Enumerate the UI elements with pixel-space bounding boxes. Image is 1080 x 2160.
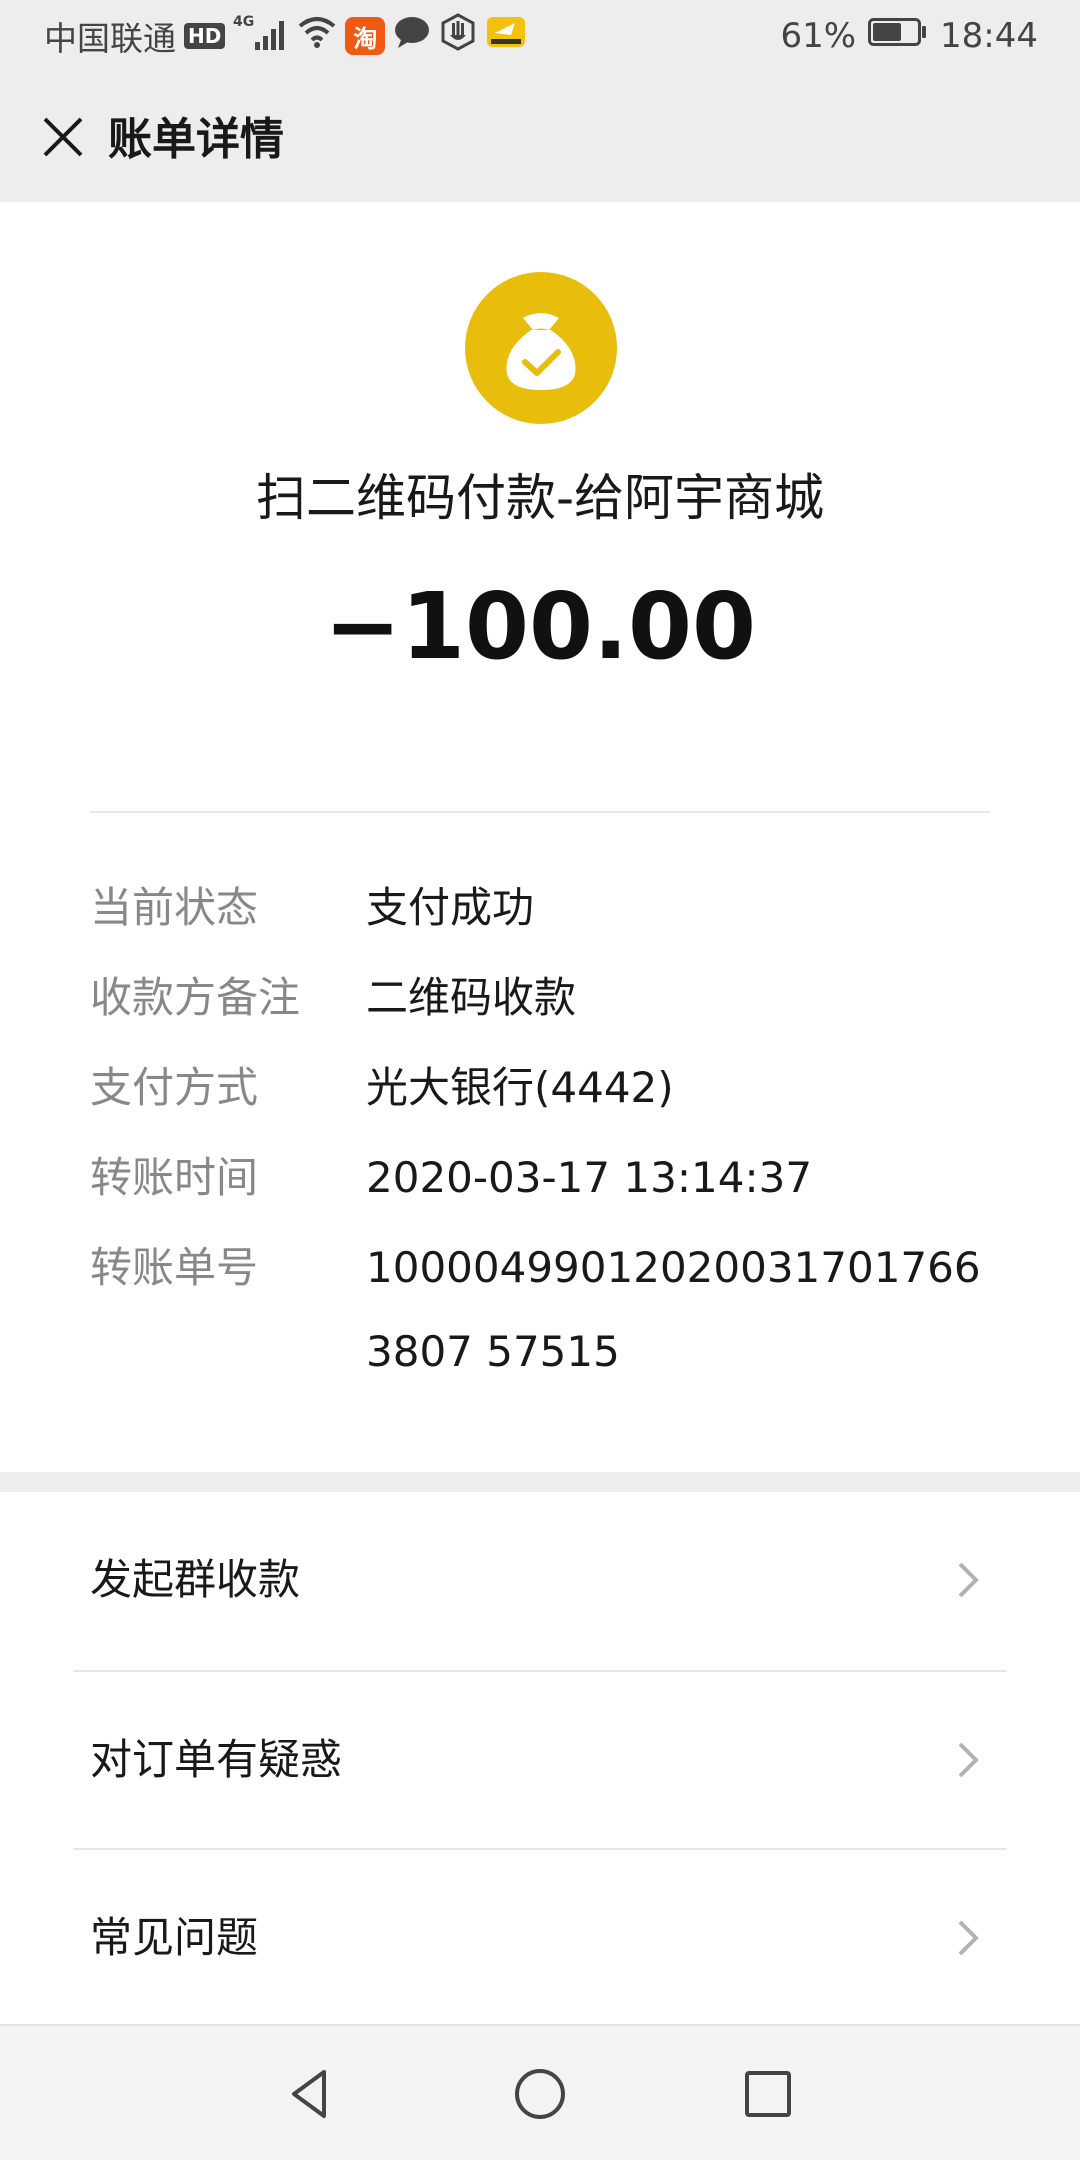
hand-stop-icon — [439, 13, 477, 59]
home-button[interactable] — [500, 2054, 580, 2134]
payee-note-label: 收款方备注 — [90, 973, 301, 1022]
list-item-group-collect[interactable]: 发起群收款 — [0, 1492, 1080, 1668]
transfer-number-value: 100004990120200317017663807 57515 — [366, 1243, 981, 1376]
list-item-label: 常见问题 — [90, 1913, 259, 1962]
clock: 18:44 — [940, 16, 1038, 56]
taobao-app-icon: 淘 — [345, 17, 386, 55]
hd-badge: HD — [184, 23, 226, 49]
transfer-time-value: 2020-03-17 13:14:37 — [366, 1153, 813, 1202]
back-triangle-icon — [292, 2070, 326, 2118]
app-notification-icon — [485, 13, 527, 59]
status-bar-left: 中国联通 HD 4G 淘 — [44, 12, 527, 60]
actions-list: 发起群收款 对订单有疑惑 常见问题 — [0, 1492, 1080, 2024]
chat-bubble-icon — [393, 14, 431, 58]
status-bar: 中国联通 HD 4G 淘 61% 18:44 — [0, 0, 1080, 72]
battery-icon — [868, 16, 928, 56]
system-nav-bar — [0, 2024, 1080, 2160]
list-item-label: 对订单有疑惑 — [90, 1735, 343, 1784]
status-bar-right: 61% 18:44 — [780, 14, 1038, 58]
carrier-label: 中国联通 — [44, 19, 176, 58]
back-button[interactable] — [270, 2054, 350, 2134]
wifi-icon — [297, 14, 337, 58]
payment-method-value: 光大银行(4442) — [366, 1063, 674, 1112]
transaction-amount: −100.00 — [323, 573, 757, 680]
list-item-order-question[interactable]: 对订单有疑惑 — [0, 1672, 1080, 1848]
signal-icon: 4G — [233, 12, 289, 60]
transfer-time-label: 转账时间 — [90, 1153, 259, 1202]
list-item-label: 发起群收款 — [90, 1555, 301, 1604]
payee-note-value: 二维码收款 — [366, 973, 577, 1022]
recents-square-icon — [745, 2071, 791, 2117]
payment-method-label: 支付方式 — [90, 1063, 259, 1112]
merchant-name: 扫二维码付款-给阿宇商城 — [255, 469, 825, 527]
close-button[interactable] — [30, 104, 96, 170]
list-item-faq[interactable]: 常见问题 — [0, 1850, 1080, 2026]
status-label: 当前状态 — [90, 883, 259, 932]
recents-button[interactable] — [728, 2054, 808, 2134]
money-bag-icon — [465, 272, 617, 424]
home-circle-icon — [515, 2069, 565, 2119]
top-bar: 账单详情 — [0, 72, 1080, 202]
battery-percent: 61% — [780, 16, 857, 56]
status-value: 支付成功 — [366, 883, 535, 932]
svg-text:4G: 4G — [233, 14, 254, 30]
transfer-number-label: 转账单号 — [90, 1243, 259, 1292]
chevron-right-icon — [958, 1920, 979, 1956]
divider — [90, 811, 990, 813]
close-icon — [43, 117, 83, 157]
page-title: 账单详情 — [108, 114, 284, 165]
chevron-right-icon — [958, 1562, 979, 1598]
chevron-right-icon — [958, 1742, 979, 1778]
